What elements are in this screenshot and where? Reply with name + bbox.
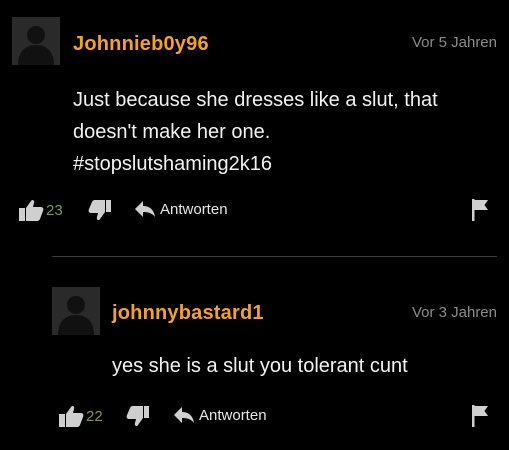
comment-actions: 23 Antworten [0,198,509,226]
thread-divider [52,256,497,257]
like-count: 22 [86,407,103,425]
reply-arrow-icon [174,407,194,423]
comment-username[interactable]: johnnybastard1 [112,302,264,325]
comment-body: yes she is a slut you tolerant cunt [112,350,408,382]
reply-label: Antworten [160,200,228,218]
comment-body-line: Just because she dresses like a slut, th… [73,89,438,111]
thumbs-down-icon [88,200,111,221]
flag-button[interactable] [470,198,490,222]
dislike-button[interactable] [88,199,112,223]
comment-body-line: #stopslutshaming2k16 [73,153,273,175]
flag-icon [472,199,488,221]
reply-button[interactable]: Antworten [134,200,228,218]
avatar-placeholder-icon [52,287,100,335]
comment-timestamp: Vor 3 Jahren [411,304,497,321]
flag-button[interactable] [470,404,490,428]
thumbs-down-icon [126,406,149,427]
thumbs-up-icon [59,405,84,427]
comment-timestamp: Vor 5 Jahren [411,34,497,51]
like-button[interactable]: 23 [18,198,63,222]
comment-body: Just because she dresses like a slut, th… [73,84,438,180]
avatar-placeholder-icon [12,17,60,65]
comment-body-line: doesn't make her one. [73,121,271,143]
reply-button[interactable]: Antworten [173,406,267,424]
dislike-button[interactable] [126,405,150,429]
like-button[interactable]: 22 [58,404,103,428]
comment-username[interactable]: Johnnieb0y96 [73,33,209,56]
comment-body-line: yes she is a slut you tolerant cunt [112,355,408,377]
reply-arrow-icon [135,201,155,217]
like-count: 23 [46,201,63,219]
avatar[interactable] [12,17,60,65]
reply-label: Antworten [199,406,267,424]
comment-actions: 22 Antworten [0,404,509,432]
flag-icon [472,405,488,427]
thumbs-up-icon [19,199,44,221]
avatar[interactable] [52,287,100,335]
